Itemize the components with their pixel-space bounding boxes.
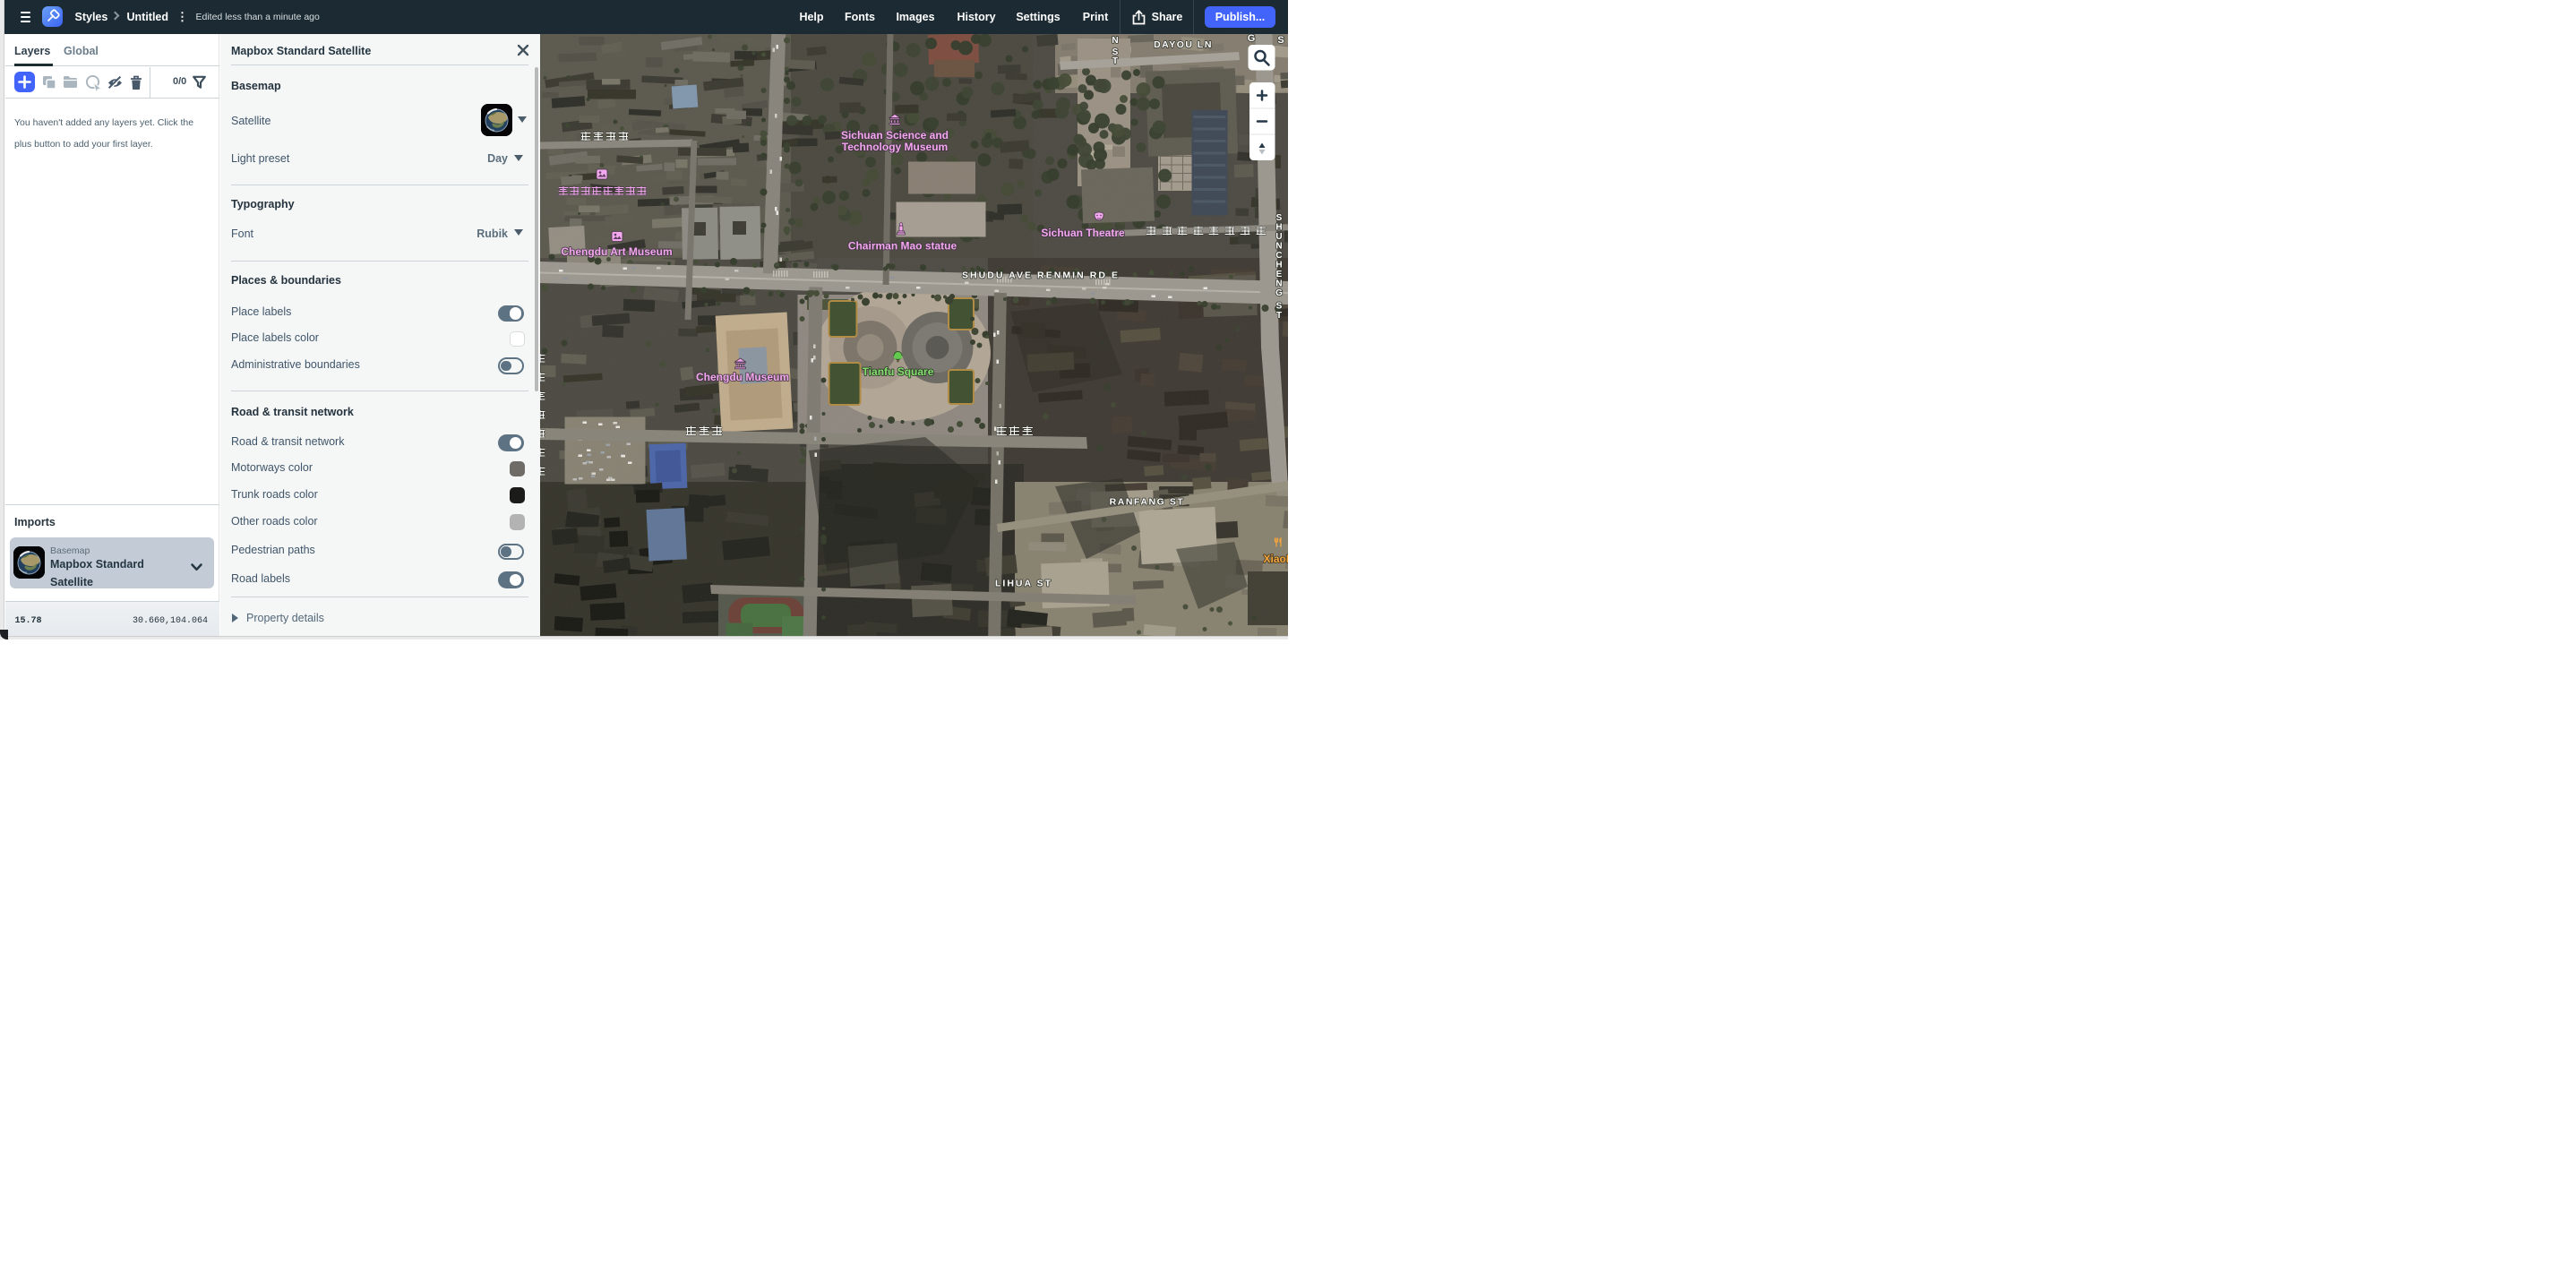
svg-text:C: C [1275, 251, 1282, 261]
svg-text:S: S [1276, 213, 1283, 223]
svg-text:H: H [1275, 260, 1282, 270]
svg-text:T: T [1276, 311, 1282, 321]
svg-text:H: H [1275, 222, 1282, 232]
svg-text:LIHUA ST: LIHUA ST [995, 578, 1052, 588]
svg-text:Chairman Mao statue: Chairman Mao statue [848, 239, 957, 252]
svg-text:S: S [1112, 47, 1119, 57]
svg-text:S: S [1277, 35, 1284, 46]
svg-text:N: N [1112, 36, 1118, 46]
svg-text:G: G [1248, 34, 1256, 44]
svg-text:G: G [1275, 288, 1283, 298]
svg-text:T: T [1112, 56, 1118, 66]
svg-text:SHUDU AVE RENMIN RD E: SHUDU AVE RENMIN RD E [962, 270, 1120, 280]
svg-text:DAYOU LN: DAYOU LN [1154, 39, 1213, 50]
svg-text:N: N [1275, 279, 1282, 288]
svg-text:N: N [1275, 241, 1282, 251]
svg-text:S: S [1276, 301, 1283, 311]
svg-text:Sichuan Science and: Sichuan Science and [841, 129, 949, 142]
svg-text:RANFANG ST: RANFANG ST [1110, 496, 1185, 507]
svg-text:XiaoLon: XiaoLon [1264, 553, 1289, 565]
svg-text:Technology Museum: Technology Museum [842, 141, 948, 153]
svg-text:Tianfu Square: Tianfu Square [863, 365, 934, 378]
svg-text:Chengdu Museum: Chengdu Museum [696, 371, 789, 383]
svg-text:Sichuan Theatre: Sichuan Theatre [1041, 227, 1125, 239]
svg-text:E: E [1276, 270, 1283, 279]
svg-text:Chengdu Art Museum: Chengdu Art Museum [561, 245, 672, 258]
svg-text:U: U [1275, 232, 1282, 242]
